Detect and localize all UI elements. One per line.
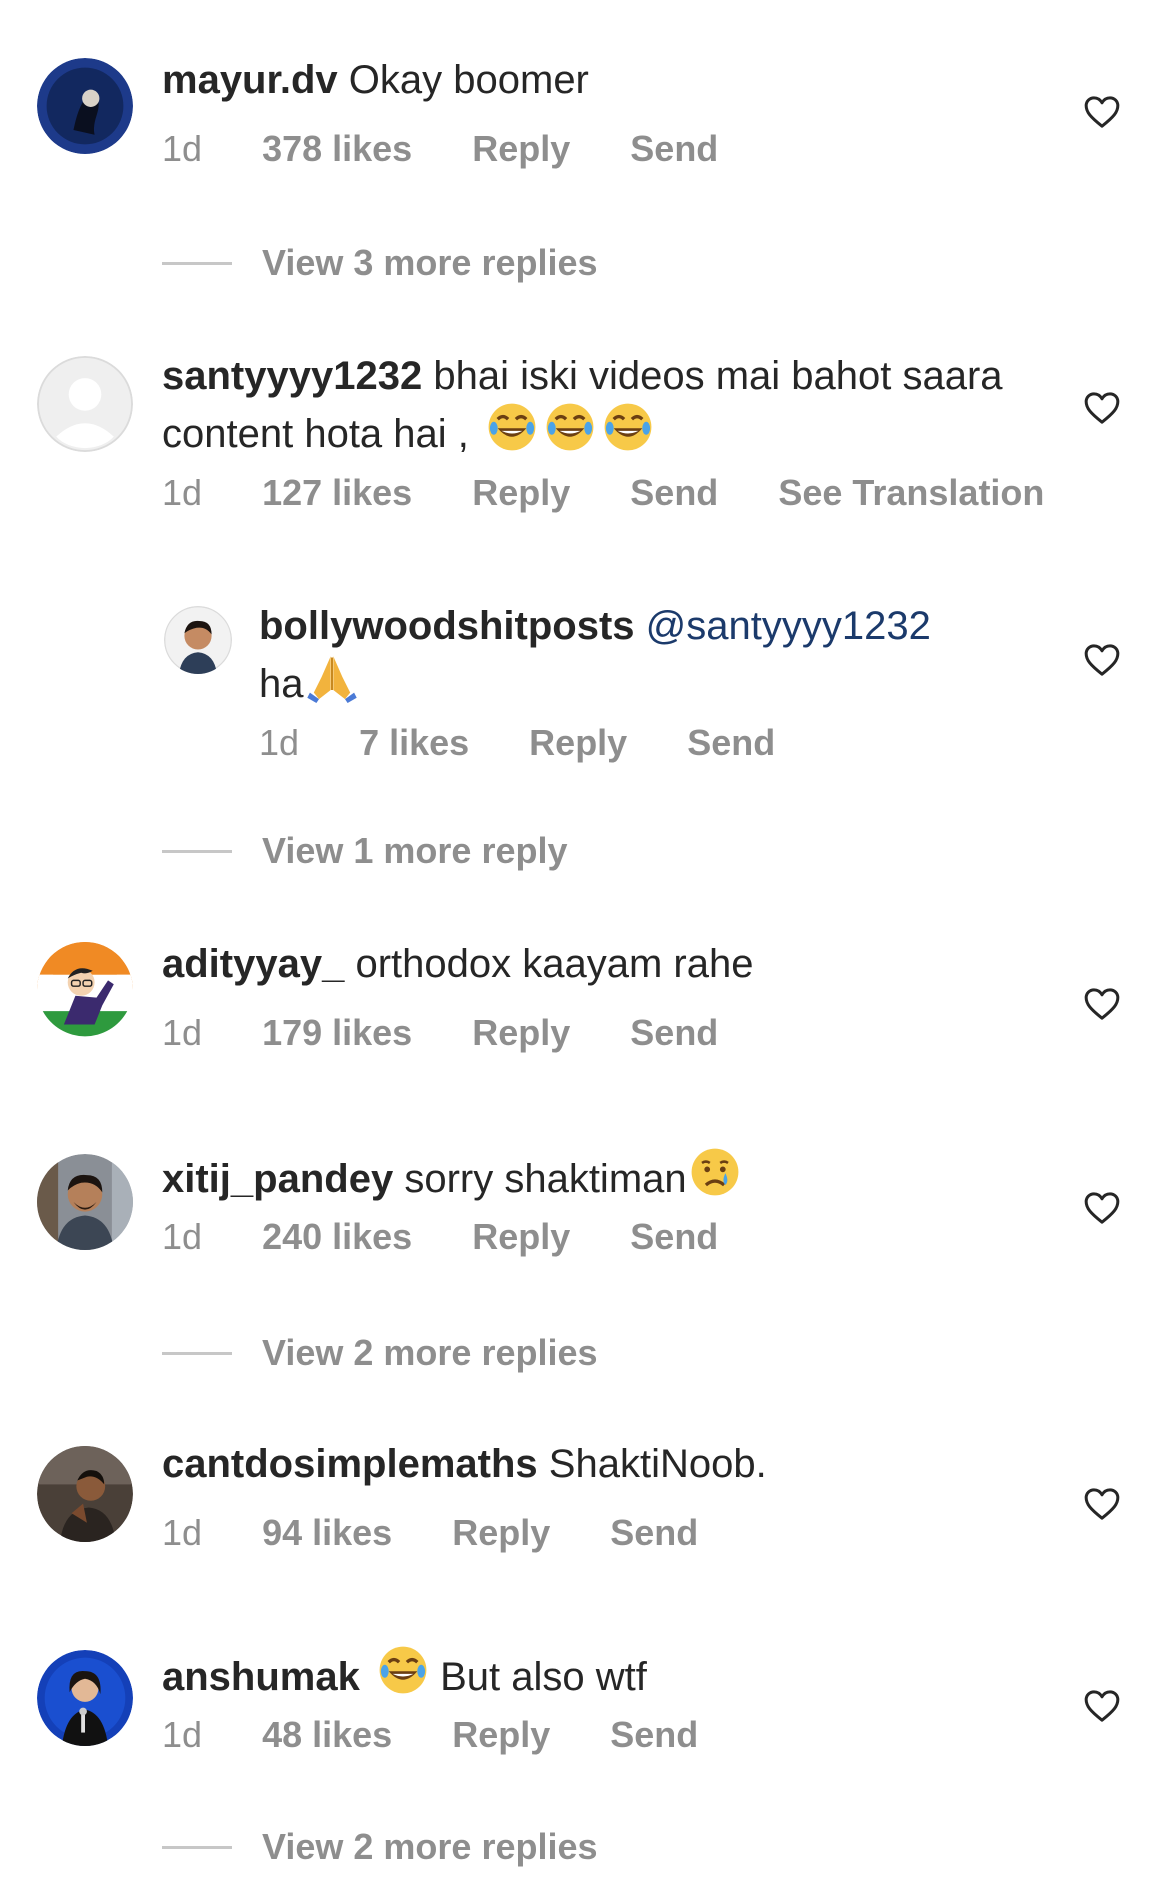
- send-button[interactable]: Send: [610, 1512, 698, 1553]
- divider-line: [162, 1351, 232, 1355]
- reply-button[interactable]: Reply: [529, 722, 627, 763]
- reply-button[interactable]: Reply: [472, 472, 570, 513]
- likes-count[interactable]: 48 likes: [262, 1714, 392, 1755]
- view-more-label[interactable]: View 2 more replies: [262, 1826, 598, 1868]
- comment-meta: 1d 179 likes Reply Send: [162, 1012, 768, 1054]
- likes-count[interactable]: 179 likes: [262, 1012, 412, 1053]
- send-button[interactable]: Send: [610, 1714, 698, 1755]
- username[interactable]: bollywoodshitposts: [259, 604, 635, 648]
- timestamp: 1d: [259, 722, 300, 763]
- avatar[interactable]: [164, 606, 232, 674]
- reply-button[interactable]: Reply: [472, 1012, 570, 1053]
- comment-text: sorry shaktiman: [404, 1157, 687, 1201]
- joy-emoji: [486, 401, 538, 453]
- comment-text-block: adityyay_ orthodox kaayam rahe: [162, 940, 1042, 989]
- divider-line: [162, 1845, 232, 1849]
- avatar[interactable]: [37, 1154, 133, 1250]
- reply-button[interactable]: Reply: [472, 1216, 570, 1257]
- likes-count[interactable]: 127 likes: [262, 472, 412, 513]
- divider-line: [162, 849, 232, 853]
- comment-text-block: xitij_pandey sorry shaktiman: [162, 1146, 1042, 1204]
- comment-text-block: anshumak But also wtf: [162, 1644, 1042, 1702]
- likes-count[interactable]: 240 likes: [262, 1216, 412, 1257]
- view-more-label[interactable]: View 3 more replies: [262, 242, 598, 284]
- avatar[interactable]: [37, 1650, 133, 1746]
- view-more-label[interactable]: View 2 more replies: [262, 1332, 598, 1374]
- view-more-label[interactable]: View 1 more reply: [262, 830, 568, 872]
- comment-text: orthodox kaayam rahe: [355, 942, 754, 986]
- view-more-replies[interactable]: View 1 more reply: [162, 826, 568, 876]
- send-button[interactable]: Send: [630, 1216, 718, 1257]
- divider-line: [162, 261, 232, 265]
- comment-meta: 1d 127 likes Reply Send See Translation: [162, 472, 1094, 514]
- heart-icon[interactable]: [1082, 984, 1122, 1024]
- default-avatar-icon[interactable]: [37, 356, 133, 452]
- likes-count[interactable]: 7 likes: [359, 722, 469, 763]
- joy-emoji: [544, 401, 596, 453]
- username[interactable]: mayur.dv: [162, 58, 338, 102]
- likes-count[interactable]: 94 likes: [262, 1512, 392, 1553]
- avatar[interactable]: [37, 58, 133, 154]
- send-button[interactable]: Send: [630, 472, 718, 513]
- comment-text: But also wtf: [440, 1655, 647, 1699]
- comment-meta: 1d 240 likes Reply Send: [162, 1216, 768, 1258]
- timestamp: 1d: [162, 128, 203, 169]
- comment-text: Okay boomer: [348, 58, 589, 102]
- reply-button[interactable]: Reply: [472, 128, 570, 169]
- username[interactable]: cantdosimplemaths: [162, 1442, 538, 1486]
- heart-icon[interactable]: [1082, 1188, 1122, 1228]
- view-more-replies[interactable]: View 3 more replies: [162, 238, 598, 288]
- timestamp: 1d: [162, 472, 203, 513]
- heart-icon[interactable]: [1082, 1484, 1122, 1524]
- username[interactable]: adityyay_: [162, 942, 344, 986]
- username[interactable]: santyyyy1232: [162, 354, 422, 398]
- view-more-replies[interactable]: View 2 more replies: [162, 1328, 598, 1378]
- username[interactable]: xitij_pandey: [162, 1157, 393, 1201]
- send-button[interactable]: Send: [630, 128, 718, 169]
- likes-count[interactable]: 378 likes: [262, 128, 412, 169]
- comment-meta: 1d 378 likes Reply Send: [162, 128, 768, 170]
- heart-icon[interactable]: [1082, 92, 1122, 132]
- timestamp: 1d: [162, 1714, 203, 1755]
- view-more-replies[interactable]: View 2 more replies: [162, 1822, 598, 1872]
- comment-text-block: mayur.dv Okay boomer: [162, 56, 1042, 105]
- comment-text: ha: [259, 662, 304, 706]
- timestamp: 1d: [162, 1216, 203, 1257]
- comment-meta: 1d 48 likes Reply Send: [162, 1714, 748, 1756]
- comment-meta: 1d 7 likes Reply Send: [259, 722, 825, 764]
- avatar[interactable]: [37, 1446, 133, 1542]
- comment-text-block: cantdosimplemaths ShaktiNoob.: [162, 1440, 1042, 1489]
- comment-text-block: bollywoodshitposts @santyyyy1232 ha: [259, 602, 1039, 709]
- timestamp: 1d: [162, 1512, 203, 1553]
- username[interactable]: anshumak: [162, 1655, 360, 1699]
- heart-icon[interactable]: [1082, 1686, 1122, 1726]
- timestamp: 1d: [162, 1012, 203, 1053]
- comment-text: ShaktiNoob.: [548, 1442, 767, 1486]
- heart-icon[interactable]: [1082, 640, 1122, 680]
- joy-emoji: [602, 401, 654, 453]
- reply-button[interactable]: Reply: [452, 1512, 550, 1553]
- send-button[interactable]: Send: [687, 722, 775, 763]
- send-button[interactable]: Send: [630, 1012, 718, 1053]
- avatar[interactable]: [37, 942, 133, 1038]
- mention-link[interactable]: @santyyyy1232: [646, 604, 931, 648]
- heart-icon[interactable]: [1082, 388, 1122, 428]
- comment-meta: 1d 94 likes Reply Send: [162, 1512, 748, 1554]
- comment-text-block: santyyyy1232 bhai iski videos mai bahot …: [162, 352, 1042, 459]
- see-translation-button[interactable]: See Translation: [778, 472, 1044, 513]
- crying-face-emoji: [689, 1146, 741, 1198]
- joy-emoji: [377, 1644, 429, 1696]
- folded-hands-emoji: [306, 651, 358, 703]
- reply-button[interactable]: Reply: [452, 1714, 550, 1755]
